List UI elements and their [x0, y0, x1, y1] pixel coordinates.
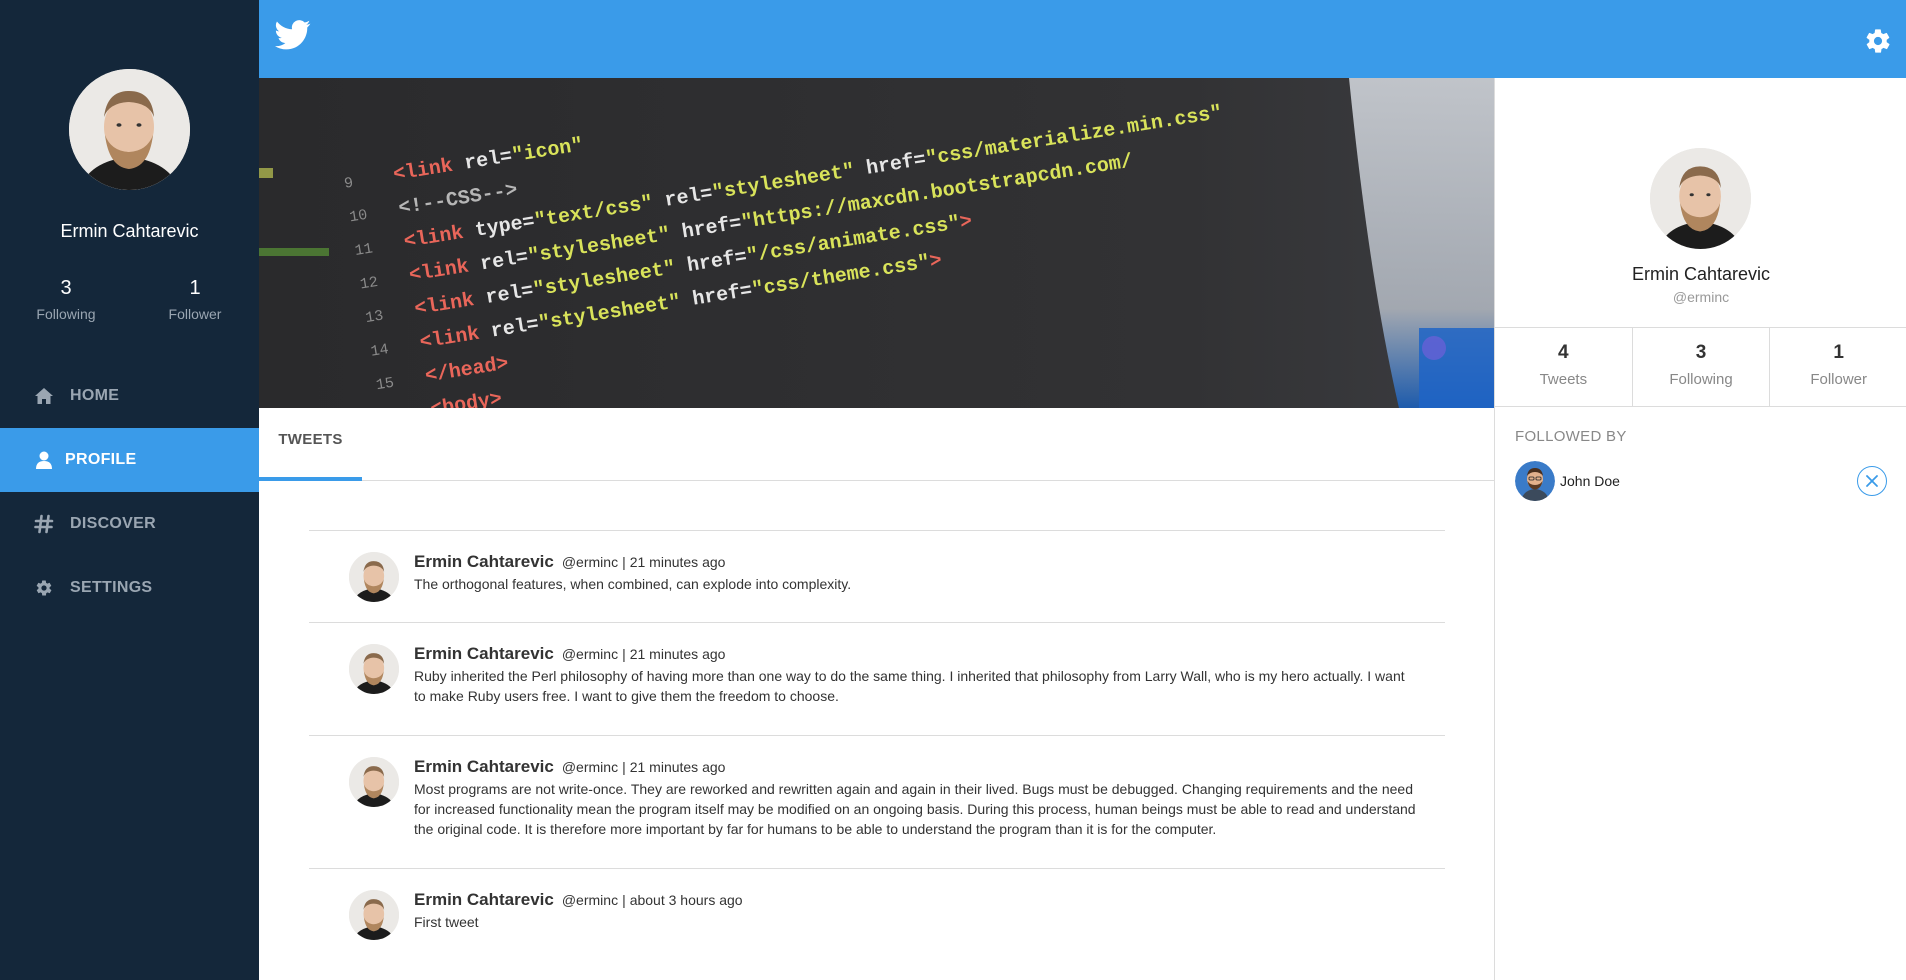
- tab-tweets[interactable]: TWEETS: [259, 408, 362, 481]
- tweet-time: 21 minutes ago: [629, 646, 726, 662]
- gear-icon: [34, 578, 54, 598]
- tweet-text: Ruby inherited the Perl philosophy of ha…: [414, 668, 1405, 704]
- stat-following-label: Following: [1669, 371, 1733, 388]
- tweet-text: The orthogonal features, when combined, …: [414, 576, 852, 592]
- tweet-avatar[interactable]: [349, 757, 399, 807]
- tweet-author[interactable]: Ermin Cahtarevic: [414, 890, 554, 909]
- nav-item-home[interactable]: HOME: [0, 364, 259, 428]
- nav-item-discover[interactable]: DISCOVER: [0, 492, 259, 556]
- tweet-author[interactable]: Ermin Cahtarevic: [414, 644, 554, 663]
- svg-text:15: 15: [375, 375, 395, 395]
- svg-text:10: 10: [348, 207, 368, 227]
- top-bar: [259, 0, 1906, 78]
- hashtag-icon: [34, 514, 54, 534]
- user-avatar-icon: [349, 890, 399, 940]
- tweet-handle[interactable]: @erminc: [562, 554, 618, 570]
- stat-follower-count: 1: [1833, 342, 1844, 363]
- nav-label-discover: DISCOVER: [70, 515, 156, 532]
- stat-tweets-count: 4: [1558, 342, 1569, 363]
- sidebar-follower-stat[interactable]: 1 Follower: [135, 277, 255, 322]
- tweet-handle[interactable]: @erminc: [562, 759, 618, 775]
- tweet-time: about 3 hours ago: [629, 892, 743, 908]
- nav-label-home: HOME: [70, 387, 120, 404]
- tweet-item[interactable]: Ermin Cahtarevic @erminc | 21 minutes ago T…: [309, 530, 1445, 623]
- stat-follower-label: Follower: [1810, 371, 1868, 388]
- user-icon: [34, 450, 54, 470]
- svg-text:13: 13: [364, 307, 384, 327]
- tweet-header: Ermin Cahtarevic @erminc | 21 minutes ago: [414, 757, 1419, 777]
- tweet-body: Ermin Cahtarevic @erminc | 21 minutes ago T…: [414, 552, 1419, 594]
- nav-item-profile[interactable]: PROFILE: [0, 428, 259, 492]
- tweet-avatar[interactable]: [349, 552, 399, 602]
- nav-label-profile: PROFILE: [65, 451, 137, 468]
- tab-tweets-label: TWEETS: [278, 430, 343, 448]
- tweet-avatar[interactable]: [349, 890, 399, 940]
- tweet-separator: |: [622, 892, 626, 908]
- tweet-separator: |: [622, 759, 626, 775]
- stat-follower[interactable]: 1 Follower: [1770, 328, 1906, 406]
- settings-gear-icon[interactable]: [1864, 27, 1892, 55]
- profile-card-handle: @erminc: [1672, 289, 1730, 305]
- user-avatar-icon: [1650, 148, 1751, 249]
- tweet-handle[interactable]: @erminc: [562, 892, 618, 908]
- tweet-time: 21 minutes ago: [629, 554, 726, 570]
- tweet-item[interactable]: Ermin Cahtarevic @erminc | about 3 hours ag…: [309, 869, 1445, 962]
- sidebar-follower-count: 1: [189, 277, 201, 299]
- tweet-body: Ermin Cahtarevic @erminc | about 3 hours ag…: [414, 890, 1419, 932]
- tweet-handle[interactable]: @erminc: [562, 646, 618, 662]
- sidebar-following-count: 3: [60, 277, 72, 299]
- followed-by-title: FOLLOWED BY: [1515, 428, 1627, 445]
- user-avatar-icon: [349, 644, 399, 694]
- profile-card-stats: 4 Tweets 3 Following 1 Follower: [1495, 327, 1906, 407]
- stat-tweets-label: Tweets: [1539, 371, 1588, 388]
- svg-text:12: 12: [359, 274, 379, 294]
- profile-banner-image: 91011 121314 151617 <link rel="icon" <!-…: [259, 78, 1494, 408]
- tweet-item[interactable]: Ermin Cahtarevic @erminc | 21 minutes ago M…: [309, 736, 1445, 869]
- stat-tweets[interactable]: 4 Tweets: [1495, 328, 1633, 406]
- sidebar: Ermin Cahtarevic 3 Following 1 Follower …: [0, 0, 259, 980]
- stat-following-count: 3: [1695, 342, 1707, 363]
- profile-card-avatar[interactable]: [1650, 148, 1751, 249]
- tweet-header: Ermin Cahtarevic @erminc | 21 minutes ago: [414, 644, 1419, 664]
- code-screen-banner: 91011 121314 151617 <link rel="icon" <!-…: [259, 78, 1494, 408]
- tweet-body: Ermin Cahtarevic @erminc | 21 minutes ago R…: [414, 644, 1419, 706]
- home-icon: [34, 386, 54, 406]
- tweet-item[interactable]: Ermin Cahtarevic @erminc | 21 minutes ago R…: [309, 623, 1445, 736]
- sidebar-user-name: Ermin Cahtarevic: [60, 221, 199, 241]
- sidebar-follower-label: Follower: [168, 306, 222, 322]
- profile-tabs: TWEETS: [259, 408, 1494, 481]
- profile-card-name: Ermin Cahtarevic: [1631, 264, 1771, 284]
- user-avatar-icon: [69, 69, 190, 190]
- twitter-bird-icon[interactable]: [275, 20, 311, 54]
- tweet-avatar[interactable]: [349, 644, 399, 694]
- tweet-header: Ermin Cahtarevic @erminc | about 3 hours ag…: [414, 890, 1419, 910]
- user-avatar-icon: [349, 552, 399, 602]
- sidebar-following-label: Following: [36, 306, 96, 322]
- tweet-author[interactable]: Ermin Cahtarevic: [414, 757, 554, 776]
- sidebar-avatar[interactable]: [69, 69, 190, 190]
- user-avatar-icon: [349, 757, 399, 807]
- tweet-body: Ermin Cahtarevic @erminc | 21 minutes ago M…: [414, 757, 1419, 839]
- tweet-author[interactable]: Ermin Cahtarevic: [414, 552, 554, 571]
- tweet-time: 21 minutes ago: [629, 759, 726, 775]
- tweet-header: Ermin Cahtarevic @erminc | 21 minutes ago: [414, 552, 1419, 572]
- follower-item[interactable]: John Doe: [1515, 461, 1887, 501]
- john-doe-avatar-icon[interactable]: [1515, 461, 1555, 501]
- tweet-feed: Ermin Cahtarevic @erminc | 21 minutes ago T…: [309, 530, 1445, 962]
- sidebar-following-stat[interactable]: 3 Following: [6, 277, 126, 322]
- profile-card: Ermin Cahtarevic @erminc 4 Tweets 3 Foll…: [1494, 78, 1906, 980]
- svg-text:11: 11: [354, 240, 374, 260]
- nav-item-settings[interactable]: SETTINGS: [0, 556, 259, 620]
- tweet-text: Most programs are not write-once. They a…: [414, 781, 1416, 837]
- svg-text:14: 14: [370, 341, 390, 361]
- follower-name[interactable]: John Doe: [1560, 473, 1620, 489]
- tweet-text: First tweet: [414, 914, 479, 930]
- nav-label-settings: SETTINGS: [70, 579, 153, 596]
- close-circle-icon[interactable]: [1857, 466, 1887, 496]
- tweet-separator: |: [622, 646, 626, 662]
- stat-following[interactable]: 3 Following: [1633, 328, 1771, 406]
- tweet-separator: |: [622, 554, 626, 570]
- tab-active-indicator: [259, 477, 362, 481]
